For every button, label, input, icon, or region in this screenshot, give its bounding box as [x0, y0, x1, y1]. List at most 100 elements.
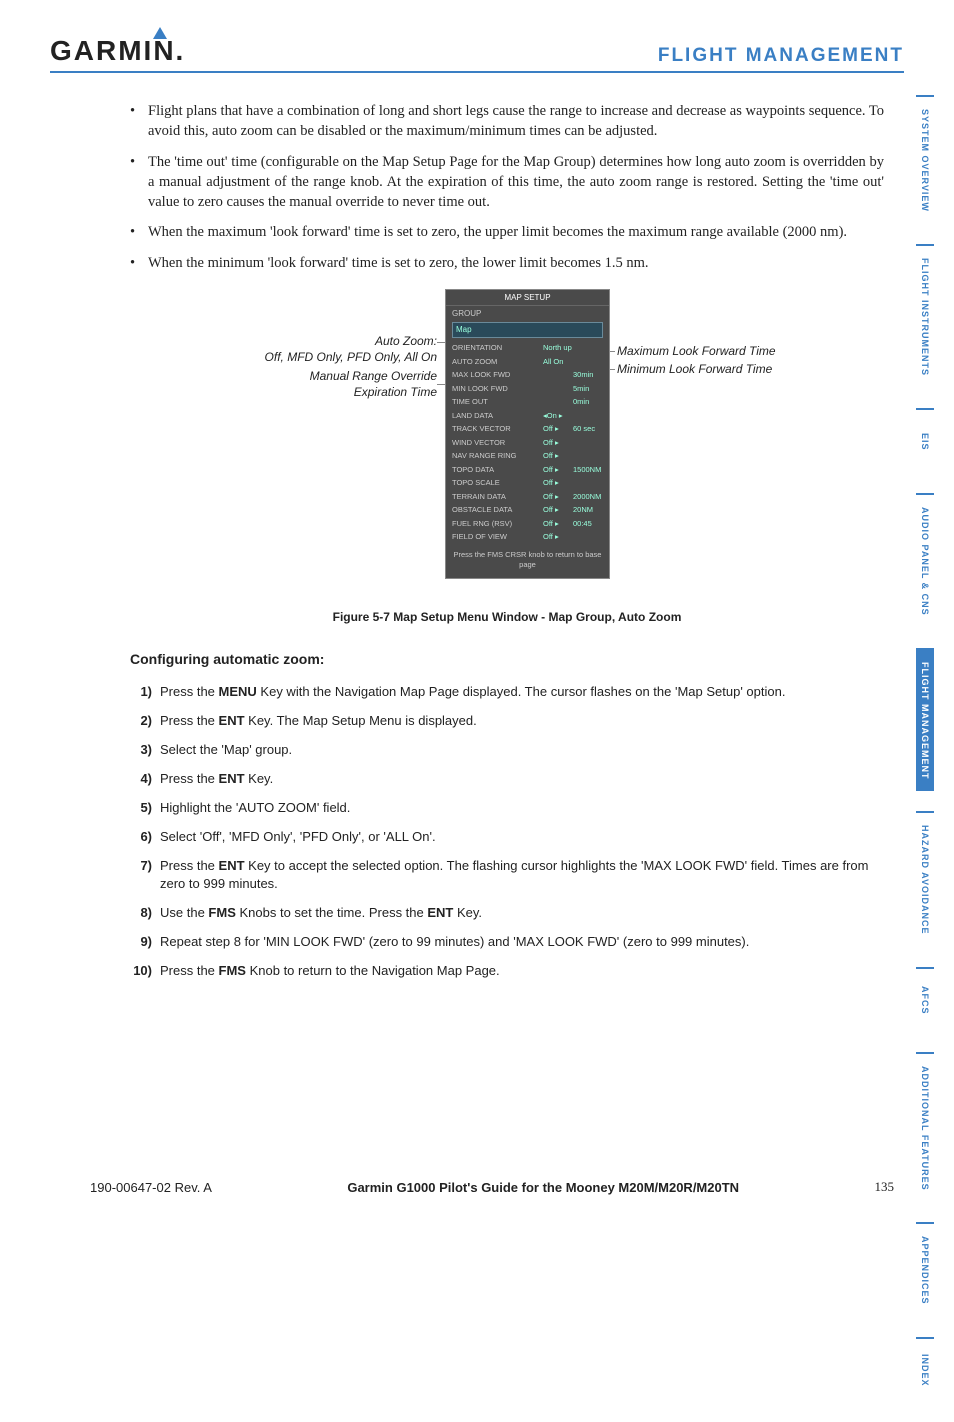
callout-manual-line2: Expiration Time — [354, 385, 437, 399]
step-item: 6)Select 'Off', 'MFD Only', 'PFD Only', … — [130, 828, 884, 847]
map-setup-row-label: TOPO SCALE — [452, 478, 543, 489]
callout-manual-override: Manual Range Override Expiration Time — [187, 369, 437, 400]
garmin-logo: GARMIN. — [50, 35, 185, 67]
step-number: 2) — [130, 712, 160, 731]
map-setup-row-label: TERRAIN DATA — [452, 492, 543, 503]
map-setup-row: AUTO ZOOMAll On — [446, 355, 609, 369]
map-setup-title: MAP SETUP — [446, 290, 609, 306]
footer-title: Garmin G1000 Pilot's Guide for the Moone… — [347, 1180, 739, 1195]
callout-auto-zoom-title: Auto Zoom: — [375, 334, 437, 348]
step-text: Press the ENT Key to accept the selected… — [160, 857, 884, 895]
map-setup-row-extra — [573, 438, 603, 449]
step-text: Use the FMS Knobs to set the time. Press… — [160, 904, 884, 923]
step-text: Press the FMS Knob to return to the Navi… — [160, 962, 884, 981]
bullet-item: •When the minimum 'look forward' time is… — [130, 253, 884, 273]
map-setup-row: TRACK VECTOROff ▸60 sec — [446, 423, 609, 437]
sidebar-tab[interactable]: AFCS — [916, 967, 934, 1032]
logo-dot: . — [176, 35, 186, 67]
map-setup-row-value: ◂On ▸ — [543, 411, 573, 422]
map-setup-row-label: LAND DATA — [452, 411, 543, 422]
map-setup-row: TOPO SCALEOff ▸ — [446, 477, 609, 491]
map-setup-row-label: MIN LOOK FWD — [452, 384, 543, 395]
map-setup-footer: Press the FMS CRSR knob to return to bas… — [446, 544, 609, 578]
callout-min-fwd: Minimum Look Forward Time — [617, 362, 772, 378]
logo-text: GARMIN — [50, 35, 176, 67]
map-setup-row: MIN LOOK FWD 5min — [446, 382, 609, 396]
step-item: 5)Highlight the 'AUTO ZOOM' field. — [130, 799, 884, 818]
map-setup-row-extra: 60 sec — [573, 424, 603, 435]
map-setup-group-label: GROUP — [446, 306, 609, 321]
map-setup-row-value: Off ▸ — [543, 505, 573, 516]
map-setup-rows: ORIENTATIONNorth upAUTO ZOOMAll On MAX L… — [446, 342, 609, 545]
map-setup-row: TOPO DATAOff ▸1500NM — [446, 463, 609, 477]
step-number: 8) — [130, 904, 160, 923]
map-setup-row: LAND DATA◂On ▸ — [446, 409, 609, 423]
map-setup-row-value: Off ▸ — [543, 492, 573, 503]
map-setup-row-value: Off ▸ — [543, 424, 573, 435]
map-setup-row: FUEL RNG (RSV)Off ▸00:45 — [446, 517, 609, 531]
map-setup-row: TIME OUT0min — [446, 396, 609, 410]
sidebar-tab[interactable]: HAZARD AVOIDANCE — [916, 811, 934, 947]
step-text: Press the ENT Key. The Map Setup Menu is… — [160, 712, 884, 731]
step-number: 1) — [130, 683, 160, 702]
step-text: Repeat step 8 for 'MIN LOOK FWD' (zero t… — [160, 933, 884, 952]
logo-triangle-icon — [153, 27, 167, 39]
map-setup-row-value: Off ▸ — [543, 465, 573, 476]
map-setup-row-extra — [573, 357, 603, 368]
map-setup-row-extra: 5min — [573, 384, 603, 395]
step-text: Select 'Off', 'MFD Only', 'PFD Only', or… — [160, 828, 884, 847]
sidebar-tab[interactable]: EIS — [916, 408, 934, 473]
step-item: 7)Press the ENT Key to accept the select… — [130, 857, 884, 895]
map-setup-row-label: TIME OUT — [452, 397, 543, 408]
sidebar-tabs: SYSTEM OVERVIEW FLIGHT INSTRUMENTS EIS AUDI… — [916, 95, 954, 1422]
map-setup-row-label: NAV RANGE RING — [452, 451, 543, 462]
main-content: •Flight plans that have a combination of… — [0, 73, 954, 981]
sidebar-tab[interactable]: FLIGHT MANAGEMENT — [916, 648, 934, 792]
map-setup-row: MAX LOOK FWD30min — [446, 369, 609, 383]
step-number: 10) — [130, 962, 160, 981]
sidebar-tab[interactable]: SYSTEM OVERVIEW — [916, 95, 934, 224]
callout-manual-line1: Manual Range Override — [310, 369, 437, 383]
map-setup-row-value: Off ▸ — [543, 438, 573, 449]
bullet-dot-icon: • — [130, 152, 148, 213]
step-item: 10)Press the FMS Knob to return to the N… — [130, 962, 884, 981]
sidebar-tab[interactable]: AUDIO PANEL & CNS — [916, 493, 934, 628]
map-setup-row-value: Off ▸ — [543, 519, 573, 530]
figure-area: Auto Zoom: Off, MFD Only, PFD Only, All … — [187, 289, 827, 599]
steps-list: 1)Press the MENU Key with the Navigation… — [130, 683, 884, 980]
step-text: Highlight the 'AUTO ZOOM' field. — [160, 799, 884, 818]
map-setup-row-value: Off ▸ — [543, 478, 573, 489]
step-item: 3)Select the 'Map' group. — [130, 741, 884, 760]
bullet-text: The 'time out' time (configurable on the… — [148, 152, 884, 213]
map-setup-row-label: ORIENTATION — [452, 343, 543, 354]
map-setup-row-label: TOPO DATA — [452, 465, 543, 476]
map-setup-row-value — [543, 397, 573, 408]
map-setup-row-value — [543, 370, 573, 381]
map-setup-row-value: Off ▸ — [543, 451, 573, 462]
map-setup-row-label: FUEL RNG (RSV) — [452, 519, 543, 530]
step-number: 5) — [130, 799, 160, 818]
map-setup-row-label: MAX LOOK FWD — [452, 370, 543, 381]
step-text: Select the 'Map' group. — [160, 741, 884, 760]
page-footer: 190-00647-02 Rev. A Garmin G1000 Pilot's… — [0, 1179, 954, 1195]
bullet-text: When the maximum 'look forward' time is … — [148, 222, 884, 242]
figure-caption: Figure 5-7 Map Setup Menu Window - Map G… — [130, 609, 884, 626]
map-setup-row-extra: 00:45 — [573, 519, 603, 530]
footer-revision: 190-00647-02 Rev. A — [90, 1180, 212, 1195]
map-setup-row: FIELD OF VIEWOff ▸ — [446, 531, 609, 545]
step-number: 6) — [130, 828, 160, 847]
sidebar-tab[interactable]: INDEX — [916, 1337, 934, 1402]
config-heading: Configuring automatic zoom: — [130, 650, 884, 670]
sidebar-tab[interactable]: APPENDICES — [916, 1222, 934, 1317]
bullet-item: •The 'time out' time (configurable on th… — [130, 152, 884, 213]
map-setup-row-value: Off ▸ — [543, 532, 573, 543]
map-setup-row-extra — [573, 478, 603, 489]
sidebar-tab[interactable]: FLIGHT INSTRUMENTS — [916, 244, 934, 388]
map-setup-row-label: AUTO ZOOM — [452, 357, 543, 368]
bullet-dot-icon: • — [130, 101, 148, 142]
bullet-item: •When the maximum 'look forward' time is… — [130, 222, 884, 242]
bullet-text: When the minimum 'look forward' time is … — [148, 253, 884, 273]
map-setup-row-extra — [573, 451, 603, 462]
step-number: 9) — [130, 933, 160, 952]
bullet-item: •Flight plans that have a combination of… — [130, 101, 884, 142]
